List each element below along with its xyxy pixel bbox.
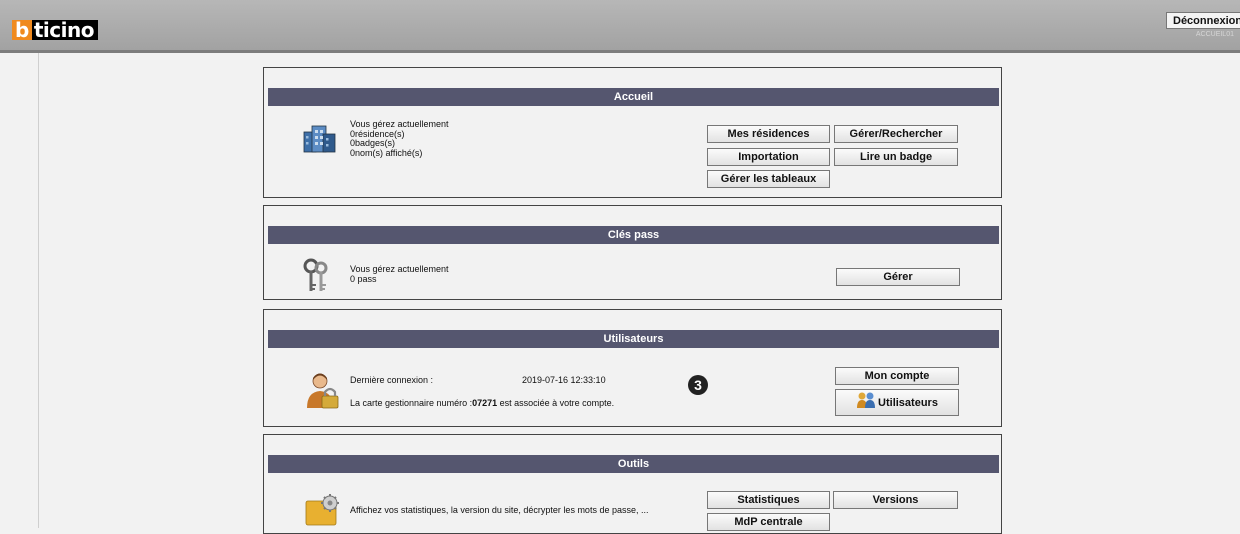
versions-button[interactable]: Versions [833, 491, 958, 509]
gerer-cles-button[interactable]: Gérer [836, 268, 960, 286]
page-code: ACCUEIL01 [1195, 31, 1234, 38]
card-suffix: est associée à votre compte. [497, 398, 615, 408]
gerer-rechercher-button[interactable]: Gérer/Rechercher [834, 125, 958, 143]
cles-pass-title: Clés pass [268, 226, 999, 244]
utilisateurs-button[interactable]: Utilisateurs [835, 389, 959, 416]
tools-gear-icon [304, 491, 344, 532]
utilisateurs-title: Utilisateurs [268, 330, 999, 348]
mon-compte-button[interactable]: Mon compte [835, 367, 959, 385]
utilisateurs-button-label: Utilisateurs [878, 396, 938, 409]
users-group-icon [856, 391, 876, 414]
buildings-icon [303, 124, 337, 159]
mdp-centrale-button[interactable]: MdP centrale [707, 513, 830, 531]
cles-pass-count: 0 pass [350, 273, 377, 284]
logo-rest: ticino [31, 20, 98, 40]
card-prefix: La carte gestionnaire numéro : [350, 398, 473, 408]
bticino-logo: b ticino [12, 20, 98, 40]
card-association-text: La carte gestionnaire numéro :07271 est … [350, 398, 615, 409]
utilisateurs-panel: Utilisateurs Dernière connexion : 2019-0… [263, 309, 1002, 427]
keys-icon [302, 258, 330, 299]
left-divider [38, 53, 39, 528]
accueil-title: Accueil [268, 88, 999, 106]
top-header: b ticino Déconnexion ACCUEIL01 [0, 0, 1240, 53]
user-lock-icon [306, 372, 340, 415]
outils-description: Affichez vos statistiques, la version du… [350, 505, 649, 515]
gerer-tableaux-button[interactable]: Gérer les tableaux [707, 170, 830, 188]
last-connection-label: Dernière connexion : [350, 375, 434, 385]
statistiques-button[interactable]: Statistiques [707, 491, 830, 509]
cles-pass-panel: Clés pass Vous gérez actuellement 0 pass… [263, 205, 1002, 300]
mes-residences-button[interactable]: Mes résidences [707, 125, 830, 143]
logout-button[interactable]: Déconnexion [1166, 12, 1240, 29]
accueil-names-count: 0nom(s) affiché(s) [350, 147, 423, 158]
importation-button[interactable]: Importation [707, 148, 830, 166]
card-number: 07271 [472, 398, 498, 408]
outils-title: Outils [268, 455, 999, 473]
lire-badge-button[interactable]: Lire un badge [834, 148, 958, 166]
last-connection-value: 2019-07-16 12:33:10 [522, 375, 606, 385]
logo-b: b [12, 20, 32, 40]
accueil-panel: Accueil Vous gérez actuellement 0résiden… [263, 67, 1002, 198]
callout-badge: 3 [688, 375, 708, 395]
outils-panel: Outils Affichez vos statistiques, la ver… [263, 434, 1002, 534]
